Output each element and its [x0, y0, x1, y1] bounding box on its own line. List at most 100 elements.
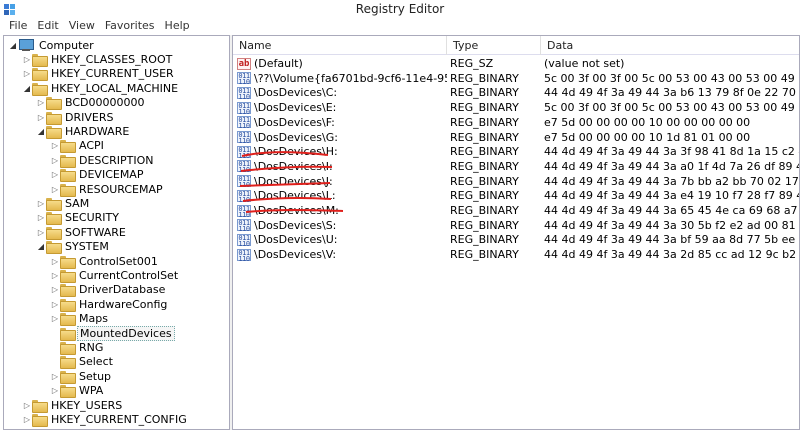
tree-node[interactable]: ▷ Maps: [50, 312, 110, 327]
tree-node-label[interactable]: HKEY_CURRENT_USER: [49, 67, 176, 80]
value-row[interactable]: 011 110 \DosDevices\U: REG_BINARY 44 4d 49 4…: [233, 232, 799, 247]
value-row[interactable]: ab (Default) REG_SZ (value not set): [233, 56, 799, 71]
tree-node[interactable]: ◢ SYSTEM: [36, 240, 111, 255]
value-row[interactable]: 011 110 \DosDevices\L: REG_BINARY 44 4d 49 4…: [233, 188, 799, 203]
value-row[interactable]: 011 110 \DosDevices\G: REG_BINARY e7 5d 00 0…: [233, 130, 799, 145]
expand-arrow-icon[interactable]: ▷: [36, 196, 46, 210]
value-row[interactable]: 011110\??\Volume{fa6701bd-9cf6-11e4-95ed…: [233, 71, 799, 86]
tree-node-label[interactable]: SOFTWARE: [63, 226, 128, 239]
tree-node[interactable]: ▷ SAM: [36, 196, 91, 211]
tree-node[interactable]: ◢ Computer: [8, 38, 96, 52]
tree-node-label[interactable]: DriverDatabase: [77, 283, 167, 296]
value-row[interactable]: 011 110 \DosDevices\S: REG_BINARY 44 4d 49 4…: [233, 218, 799, 233]
column-header-data[interactable]: Data: [541, 36, 799, 55]
value-row[interactable]: 011 110 \DosDevices\H: REG_BINARY 44 4d 49 4…: [233, 144, 799, 159]
value-row[interactable]: 011 110 \DosDevices\F: REG_BINARY e7 5d 00 0…: [233, 115, 799, 130]
expand-arrow-icon[interactable]: ▷: [50, 297, 60, 311]
tree-node-label[interactable]: DESCRIPTION: [77, 154, 155, 167]
menu-help[interactable]: Help: [160, 17, 195, 35]
tree-node-label[interactable]: DRIVERS: [63, 111, 115, 124]
value-row[interactable]: 011 110 \DosDevices\C: REG_BINARY 44 4d 49 4…: [233, 85, 799, 100]
tree-node[interactable]: ▷ HKEY_CURRENT_USER: [22, 67, 176, 82]
tree-node-label[interactable]: CurrentControlSet: [77, 269, 180, 282]
tree-node[interactable]: ▷ ACPI: [50, 139, 106, 154]
tree-node-label[interactable]: HARDWARE: [63, 125, 131, 138]
tree-node-label[interactable]: Maps: [77, 312, 110, 325]
tree-node-label[interactable]: HKEY_CURRENT_CONFIG: [49, 413, 189, 426]
tree-node-label[interactable]: SECURITY: [63, 211, 121, 224]
tree-node[interactable]: Select: [50, 355, 115, 370]
tree-node[interactable]: ▷ HKEY_CLASSES_ROOT: [22, 52, 174, 67]
expand-arrow-icon[interactable]: ▷: [36, 225, 46, 239]
expand-arrow-icon[interactable]: ▷: [22, 412, 32, 426]
tree-node[interactable]: ▷ DESCRIPTION: [50, 153, 155, 168]
tree-node[interactable]: ▷ ControlSet001: [50, 254, 160, 269]
menu-edit[interactable]: Edit: [32, 17, 63, 35]
tree-node-label[interactable]: HKEY_LOCAL_MACHINE: [49, 82, 180, 95]
tree-node[interactable]: ▷ WPA: [50, 384, 105, 399]
tree-node-label[interactable]: ControlSet001: [77, 255, 160, 268]
tree-node-label[interactable]: DEVICEMAP: [77, 168, 145, 181]
values-list[interactable]: Name Type Data ab (Default) REG_SZ (value n…: [233, 35, 800, 430]
menu-view[interactable]: View: [64, 17, 100, 35]
expand-arrow-icon[interactable]: ▷: [22, 67, 32, 81]
collapse-arrow-icon[interactable]: ◢: [8, 38, 18, 52]
expand-arrow-icon[interactable]: ▷: [22, 398, 32, 412]
expand-arrow-icon[interactable]: ▷: [50, 168, 60, 182]
expand-arrow-icon[interactable]: ▷: [36, 110, 46, 124]
tree-node[interactable]: ▷ CurrentControlSet: [50, 268, 180, 283]
tree-node[interactable]: ▷ DRIVERS: [36, 110, 115, 125]
tree-node[interactable]: ◢ HARDWARE: [36, 124, 131, 139]
tree-node[interactable]: ▷ SOFTWARE: [36, 225, 128, 240]
expand-arrow-icon[interactable]: ▷: [50, 182, 60, 196]
tree-node-label[interactable]: BCD00000000: [63, 96, 147, 109]
tree-node[interactable]: ▷ DEVICEMAP: [50, 168, 145, 183]
value-row[interactable]: 011 110 \DosDevices\J: REG_BINARY 44 4d 49 4…: [233, 174, 799, 189]
menu-favorites[interactable]: Favorites: [100, 17, 160, 35]
expand-arrow-icon[interactable]: ▷: [50, 312, 60, 326]
tree-node-label[interactable]: HKEY_USERS: [49, 399, 124, 412]
value-row[interactable]: 011 110 \DosDevices\V: REG_BINARY 44 4d 49 4…: [233, 247, 799, 262]
collapse-arrow-icon[interactable]: ◢: [22, 81, 32, 95]
column-header-type[interactable]: Type: [447, 36, 541, 55]
tree-node-label[interactable]: RESOURCEMAP: [77, 183, 165, 196]
value-row[interactable]: 011 110 \DosDevices\I: REG_BINARY 44 4d 49 4…: [233, 159, 799, 174]
expand-arrow-icon[interactable]: ▷: [22, 52, 32, 66]
tree-node[interactable]: ▷ Setup: [50, 369, 113, 384]
registry-key-tree[interactable]: ◢ Computer ▷ HKEY_CLASSES_ROOT ▷ HKEY_CURRENT…: [3, 35, 229, 430]
tree-node[interactable]: ▷ HKEY_CURRENT_CONFIG: [22, 412, 189, 427]
tree-node-label[interactable]: HKEY_CLASSES_ROOT: [49, 53, 174, 66]
expand-arrow-icon[interactable]: ▷: [36, 96, 46, 110]
tree-node[interactable]: ▷ SECURITY: [36, 211, 121, 226]
tree-node[interactable]: RNG: [50, 340, 105, 355]
expand-arrow-icon[interactable]: ▷: [50, 153, 60, 167]
tree-node-label[interactable]: Computer: [37, 39, 96, 52]
tree-node-label[interactable]: SAM: [63, 197, 91, 210]
tree-node[interactable]: ▷ BCD00000000: [36, 96, 147, 111]
tree-node-label[interactable]: Setup: [77, 370, 113, 383]
tree-node-label[interactable]: ACPI: [77, 139, 106, 152]
collapse-arrow-icon[interactable]: ◢: [36, 124, 46, 138]
tree-node-label[interactable]: WPA: [77, 384, 105, 397]
tree-node[interactable]: MountedDevices: [50, 325, 175, 341]
tree-node-label[interactable]: MountedDevices: [77, 325, 175, 341]
tree-node-label[interactable]: RNG: [77, 341, 105, 354]
expand-arrow-icon[interactable]: ▷: [50, 139, 60, 153]
tree-node-label[interactable]: Select: [77, 355, 115, 368]
collapse-arrow-icon[interactable]: ◢: [36, 240, 46, 254]
tree-node[interactable]: ◢ HKEY_LOCAL_MACHINE: [22, 81, 180, 96]
expand-arrow-icon[interactable]: ▷: [50, 369, 60, 383]
expand-arrow-icon[interactable]: ▷: [50, 384, 60, 398]
expand-arrow-icon[interactable]: ▷: [36, 211, 46, 225]
tree-node[interactable]: ▷ HardwareConfig: [50, 297, 169, 312]
expand-arrow-icon[interactable]: ▷: [50, 254, 60, 268]
expand-arrow-icon[interactable]: ▷: [50, 268, 60, 282]
column-header-name[interactable]: Name: [233, 36, 447, 55]
expand-arrow-icon[interactable]: ▷: [50, 283, 60, 297]
tree-node[interactable]: ▷ RESOURCEMAP: [50, 182, 165, 197]
tree-node[interactable]: ▷ DriverDatabase: [50, 283, 167, 298]
menu-file[interactable]: File: [4, 17, 32, 35]
tree-node[interactable]: ▷ HKEY_USERS: [22, 398, 124, 413]
tree-node-label[interactable]: HardwareConfig: [77, 298, 169, 311]
value-row[interactable]: 011 110 \DosDevices\M: REG_BINARY 44 4d 49 4…: [233, 203, 799, 218]
